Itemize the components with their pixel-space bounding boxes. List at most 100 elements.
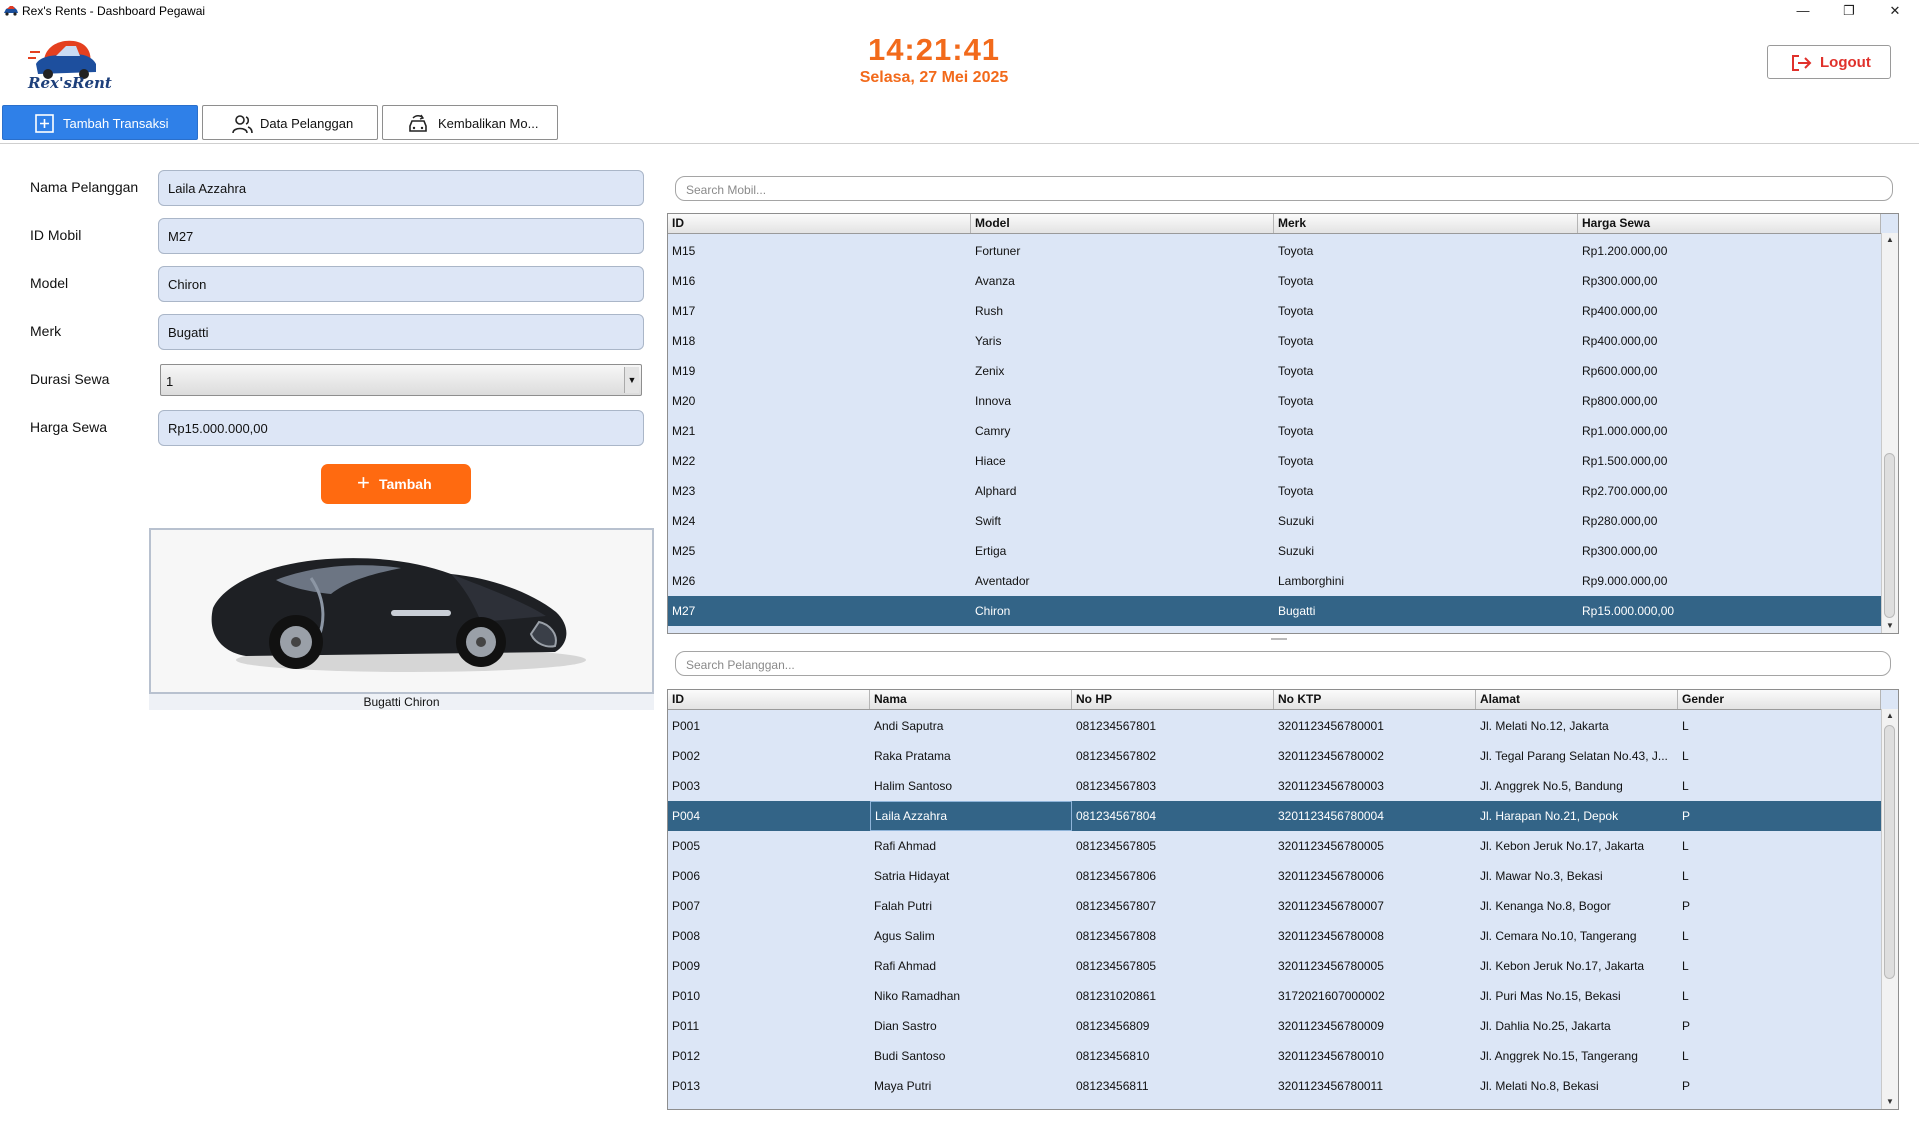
table-row[interactable]: P004 Laila Azzahra 081234567804 32011234567…: [668, 801, 1881, 831]
table-cell[interactable]: Raka Pratama: [870, 741, 1072, 771]
table-cell[interactable]: P010: [668, 981, 870, 1011]
table-cell[interactable]: M24: [668, 506, 971, 536]
table-cell[interactable]: 081234567803: [1072, 771, 1274, 801]
table-cell[interactable]: L: [1678, 1041, 1881, 1071]
table-cell[interactable]: Zenix: [971, 356, 1274, 386]
logout-button[interactable]: Logout: [1767, 45, 1891, 79]
table-cell[interactable]: Yaris: [971, 326, 1274, 356]
table-cell[interactable]: P001: [668, 711, 870, 741]
id-mobil-field[interactable]: M27: [158, 218, 644, 254]
table-cell[interactable]: M23: [668, 476, 971, 506]
split-pane-divider[interactable]: [667, 637, 1899, 643]
table-cell[interactable]: Rush: [971, 296, 1274, 326]
close-button[interactable]: ✕: [1872, 0, 1918, 22]
table-cell[interactable]: L: [1678, 711, 1881, 741]
table-cell[interactable]: Falah Putri: [870, 891, 1072, 921]
maximize-button[interactable]: ❐: [1826, 0, 1872, 22]
table-cell[interactable]: Dian Sastro: [870, 1011, 1072, 1041]
table-cell[interactable]: M18: [668, 326, 971, 356]
table-cell[interactable]: Toyota: [1274, 446, 1578, 476]
table-cell[interactable]: M25: [668, 536, 971, 566]
table-cell[interactable]: Jl. Harapan No.21, Depok: [1476, 801, 1678, 831]
table-cell[interactable]: P013: [668, 1071, 870, 1101]
table-row[interactable]: M25 Ertiga Suzuki Rp300.000,00: [668, 536, 1881, 566]
table-cell[interactable]: P005: [668, 831, 870, 861]
table-row[interactable]: P003 Halim Santoso 081234567803 32011234567…: [668, 771, 1881, 801]
scroll-up-icon[interactable]: ▲: [1882, 709, 1898, 723]
table-cell[interactable]: Aventador: [971, 566, 1274, 596]
table-row[interactable]: P010 Niko Ramadhan 081231020861 31720216070…: [668, 981, 1881, 1011]
table-cell[interactable]: Toyota: [1274, 356, 1578, 386]
table-cell[interactable]: Toyota: [1274, 326, 1578, 356]
table-cell[interactable]: 3201123456780010: [1274, 1041, 1476, 1071]
table-cell[interactable]: Toyota: [1274, 296, 1578, 326]
table-row[interactable]: M24 Swift Suzuki Rp280.000,00: [668, 506, 1881, 536]
table-cell[interactable]: 081234567802: [1072, 741, 1274, 771]
table-cell[interactable]: Swift: [971, 506, 1274, 536]
table-cell[interactable]: Satria Hidayat: [870, 861, 1072, 891]
table-row[interactable]: P007 Falah Putri 081234567807 3201123456780…: [668, 891, 1881, 921]
table-cell[interactable]: L: [1678, 861, 1881, 891]
table-cell[interactable]: P008: [668, 921, 870, 951]
table-cell[interactable]: 3172021607000002: [1274, 981, 1476, 1011]
table-cell[interactable]: 3201123456780003: [1274, 771, 1476, 801]
table-cell[interactable]: Jl. Anggrek No.15, Tangerang: [1476, 1041, 1678, 1071]
table-row[interactable]: P013 Maya Putri 08123456811 320112345678001…: [668, 1071, 1881, 1101]
table-cell[interactable]: Hiace: [971, 446, 1274, 476]
table-cell[interactable]: 08123456809: [1072, 1011, 1274, 1041]
table-cell[interactable]: Rp280.000,00: [1578, 506, 1881, 536]
column-header-gender[interactable]: Gender: [1678, 690, 1881, 709]
table-cell[interactable]: L: [1678, 771, 1881, 801]
table-cell[interactable]: P003: [668, 771, 870, 801]
column-header-nama[interactable]: Nama: [870, 690, 1072, 709]
column-header-no-hp[interactable]: No HP: [1072, 690, 1274, 709]
table-cell[interactable]: M15: [668, 236, 971, 266]
table-cell[interactable]: Halim Santoso: [870, 771, 1072, 801]
table-cell[interactable]: M27: [668, 596, 971, 626]
column-header-harga-sewa[interactable]: Harga Sewa: [1578, 214, 1881, 233]
table-cell[interactable]: Rp300.000,00: [1578, 536, 1881, 566]
table-cell[interactable]: Jl. Cemara No.10, Tangerang: [1476, 921, 1678, 951]
table-row[interactable]: P005 Rafi Ahmad 081234567805 32011234567800…: [668, 831, 1881, 861]
table-cell[interactable]: Jl. Melati No.8, Bekasi: [1476, 1071, 1678, 1101]
table-cell[interactable]: Toyota: [1274, 236, 1578, 266]
table-cell[interactable]: Rafi Ahmad: [870, 951, 1072, 981]
table-row[interactable]: M17 Rush Toyota Rp400.000,00: [668, 296, 1881, 326]
table-cell[interactable]: Jl. Puri Mas No.15, Bekasi: [1476, 981, 1678, 1011]
table-cell[interactable]: 08123456811: [1072, 1071, 1274, 1101]
table-cell[interactable]: M22: [668, 446, 971, 476]
table-cell[interactable]: P007: [668, 891, 870, 921]
table-cell[interactable]: M17: [668, 296, 971, 326]
table-cell[interactable]: Rp600.000,00: [1578, 356, 1881, 386]
table-row[interactable]: M18 Yaris Toyota Rp400.000,00: [668, 326, 1881, 356]
table-cell[interactable]: P: [1678, 1011, 1881, 1041]
table-cell[interactable]: 3201123456780009: [1274, 1011, 1476, 1041]
table-cell[interactable]: P006: [668, 861, 870, 891]
search-mobil-input[interactable]: Search Mobil...: [675, 176, 1893, 201]
scrollbar-thumb[interactable]: [1884, 453, 1895, 618]
table-cell[interactable]: Laila Azzahra: [870, 801, 1072, 831]
nama-pelanggan-field[interactable]: Laila Azzahra: [158, 170, 644, 206]
table-cell[interactable]: Rp1.000.000,00: [1578, 416, 1881, 446]
table-cell[interactable]: 081234567805: [1072, 831, 1274, 861]
table-cell[interactable]: Rafi Ahmad: [870, 831, 1072, 861]
table-cell[interactable]: 081234567805: [1072, 951, 1274, 981]
table-cell[interactable]: 081234567808: [1072, 921, 1274, 951]
cars-table-scrollbar[interactable]: ▲ ▼: [1881, 233, 1898, 633]
table-row[interactable]: P001 Andi Saputra 081234567801 320112345678…: [668, 711, 1881, 741]
table-cell[interactable]: Toyota: [1274, 386, 1578, 416]
table-row[interactable]: M21 Camry Toyota Rp1.000.000,00: [668, 416, 1881, 446]
table-cell[interactable]: 3201123456780005: [1274, 951, 1476, 981]
table-row[interactable]: P002 Raka Pratama 081234567802 320112345678…: [668, 741, 1881, 771]
table-cell[interactable]: 3201123456780005: [1274, 831, 1476, 861]
table-cell[interactable]: P: [1678, 1071, 1881, 1101]
tambah-button[interactable]: + Tambah: [321, 464, 471, 504]
model-field[interactable]: Chiron: [158, 266, 644, 302]
table-cell[interactable]: P011: [668, 1011, 870, 1041]
table-cell[interactable]: 3201123456780006: [1274, 861, 1476, 891]
table-cell[interactable]: P004: [668, 801, 870, 831]
table-cell[interactable]: M16: [668, 266, 971, 296]
column-header-alamat[interactable]: Alamat: [1476, 690, 1678, 709]
table-cell[interactable]: 3201123456780004: [1274, 801, 1476, 831]
durasi-sewa-select[interactable]: 1 ▼: [160, 364, 642, 396]
